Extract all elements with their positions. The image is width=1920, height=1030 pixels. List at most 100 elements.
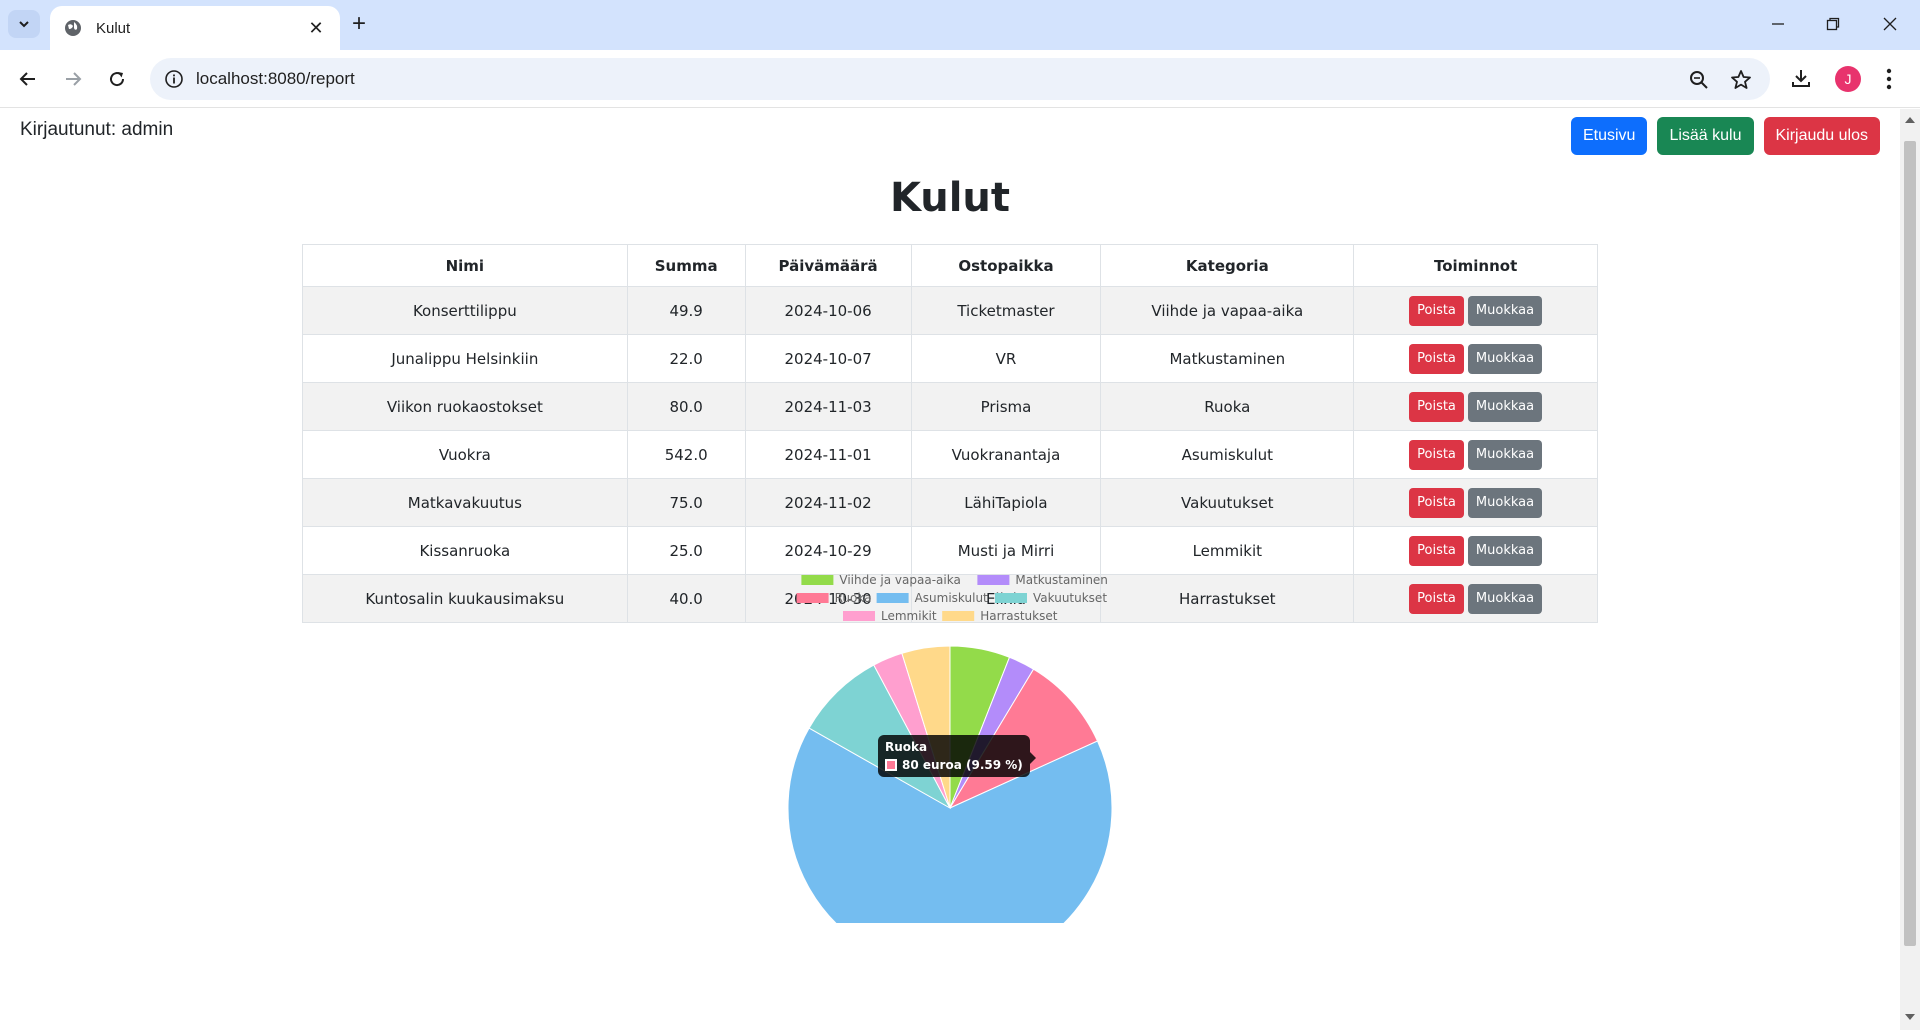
kebab-menu-icon[interactable] [1885,67,1893,91]
column-header-category: Kategoria [1100,244,1355,287]
arrow-left-icon [19,72,35,86]
reload-icon [110,72,125,87]
reload-button[interactable] [102,64,132,94]
cell-place: Ticketmaster [910,286,1102,335]
legend-item[interactable]: Asumiskulut [876,591,988,605]
edit-button[interactable]: Muokkaa [1467,391,1543,422]
legend-item[interactable]: Ruoka [796,591,872,605]
cell-name: Matkavakuutus [302,478,628,527]
forward-button[interactable] [58,64,88,94]
chart-legend: Viihde ja vapaa-aika Matkustaminen Ruoka As… [796,573,1108,623]
scrollbar-thumb[interactable] [1904,141,1916,946]
cell-category: Vakuutukset [1100,478,1355,527]
table-row: Viikon ruokaostokset 80.0 2024-11-03 Pri… [302,382,1598,431]
cell-name: Kissanruoka [302,526,628,575]
delete-button[interactable]: Poista [1409,343,1464,374]
cell-place: LähiTapiola [910,478,1102,527]
edit-button[interactable]: Muokkaa [1467,295,1543,326]
browser-tab[interactable]: Kulut ✕ [50,6,340,50]
delete-button[interactable]: Poista [1409,439,1464,470]
cell-amount: 542.0 [626,430,746,479]
cell-date: 2024-10-07 [744,334,912,383]
legend-swatch [843,611,875,621]
edit-button[interactable]: Muokkaa [1467,535,1543,566]
page-scrollbar[interactable] [1900,109,1920,1030]
minimize-icon [1772,23,1784,25]
back-button[interactable] [13,64,43,94]
restore-button[interactable] [1813,10,1853,38]
cell-date: 2024-11-03 [744,382,912,431]
tooltip-color-swatch [885,759,897,771]
new-tab-button[interactable]: + [352,12,366,36]
cell-amount: 75.0 [626,478,746,527]
browser-tab-bar: Kulut ✕ + [0,0,1920,50]
close-icon [1883,17,1897,31]
cell-actions: Poista Muokkaa [1353,478,1598,527]
home-button[interactable]: Etusivu [1570,117,1648,155]
restore-icon [1826,17,1840,31]
cell-category: Matkustaminen [1100,334,1355,383]
table-header-row: Nimi Summa Päivämäärä Ostopaikka Kategor… [302,244,1598,287]
tab-title: Kulut [96,19,131,37]
cell-amount: 22.0 [626,334,746,383]
scroll-up-arrow-icon[interactable] [1905,117,1915,123]
legend-label: Viihde ja vapaa-aika [839,573,960,587]
globe-icon [65,20,81,36]
add-expense-button[interactable]: Lisää kulu [1657,117,1754,155]
legend-item[interactable]: Matkustaminen [977,573,1108,587]
zoom-icon[interactable] [1688,69,1710,91]
legend-label: Asumiskulut [915,591,988,605]
cell-actions: Poista Muokkaa [1353,430,1598,479]
cell-name: Vuokra [302,430,628,479]
column-header-actions: Toiminnot [1353,244,1598,287]
legend-item[interactable]: Viihde ja vapaa-aika [801,573,961,587]
download-icon[interactable] [1790,67,1812,89]
edit-button[interactable]: Muokkaa [1467,583,1543,614]
delete-button[interactable]: Poista [1409,487,1464,518]
legend-item[interactable]: Vakuutukset [995,591,1107,605]
address-bar[interactable]: localhost:8080/report [150,58,1770,100]
legend-item[interactable]: Lemmikit [843,609,937,623]
column-header-name: Nimi [302,244,628,287]
tooltip-caret [1029,752,1036,764]
delete-button[interactable]: Poista [1409,391,1464,422]
cell-amount: 40.0 [626,574,746,623]
cell-place: Prisma [910,382,1102,431]
logged-in-label: Kirjautunut: admin [20,119,174,140]
expenses-table: Nimi Summa Päivämäärä Ostopaikka Kategor… [302,244,1598,623]
tab-search-button[interactable] [8,10,40,38]
cell-amount: 80.0 [626,382,746,431]
bookmark-star-icon[interactable] [1730,69,1752,91]
profile-avatar[interactable]: J [1835,66,1861,92]
close-tab-icon[interactable]: ✕ [306,18,326,39]
edit-button[interactable]: Muokkaa [1467,487,1543,518]
cell-amount: 25.0 [626,526,746,575]
legend-item[interactable]: Harrastukset [942,609,1058,623]
legend-label: Vakuutukset [1033,591,1107,605]
edit-button[interactable]: Muokkaa [1467,343,1543,374]
delete-button[interactable]: Poista [1409,583,1464,614]
table-row: Junalippu Helsinkiin 22.0 2024-10-07 VR … [302,334,1598,383]
edit-button[interactable]: Muokkaa [1467,439,1543,470]
delete-button[interactable]: Poista [1409,295,1464,326]
cell-date: 2024-11-01 [744,430,912,479]
cell-date: 2024-11-02 [744,478,912,527]
column-header-amount: Summa [626,244,746,287]
table-row: Matkavakuutus 75.0 2024-11-02 LähiTapiol… [302,478,1598,527]
legend-label: Harrastukset [980,609,1058,623]
table-row: Vuokra 542.0 2024-11-01 Vuokranantaja As… [302,430,1598,479]
minimize-button[interactable] [1758,10,1798,38]
legend-swatch [977,575,1010,585]
legend-swatch [942,611,975,621]
cell-actions: Poista Muokkaa [1353,334,1598,383]
logout-button[interactable]: Kirjaudu ulos [1763,117,1880,155]
scroll-down-arrow-icon[interactable] [1905,1014,1915,1020]
close-window-button[interactable] [1870,10,1910,38]
header-buttons: Etusivu Lisää kulu Kirjaudu ulos [1570,117,1880,155]
cell-category: Ruoka [1100,382,1355,431]
site-info-icon[interactable] [164,69,184,89]
cell-name: Viikon ruokaostokset [302,382,628,431]
legend-swatch [801,575,834,585]
delete-button[interactable]: Poista [1409,535,1464,566]
legend-label: Lemmikit [881,609,937,623]
